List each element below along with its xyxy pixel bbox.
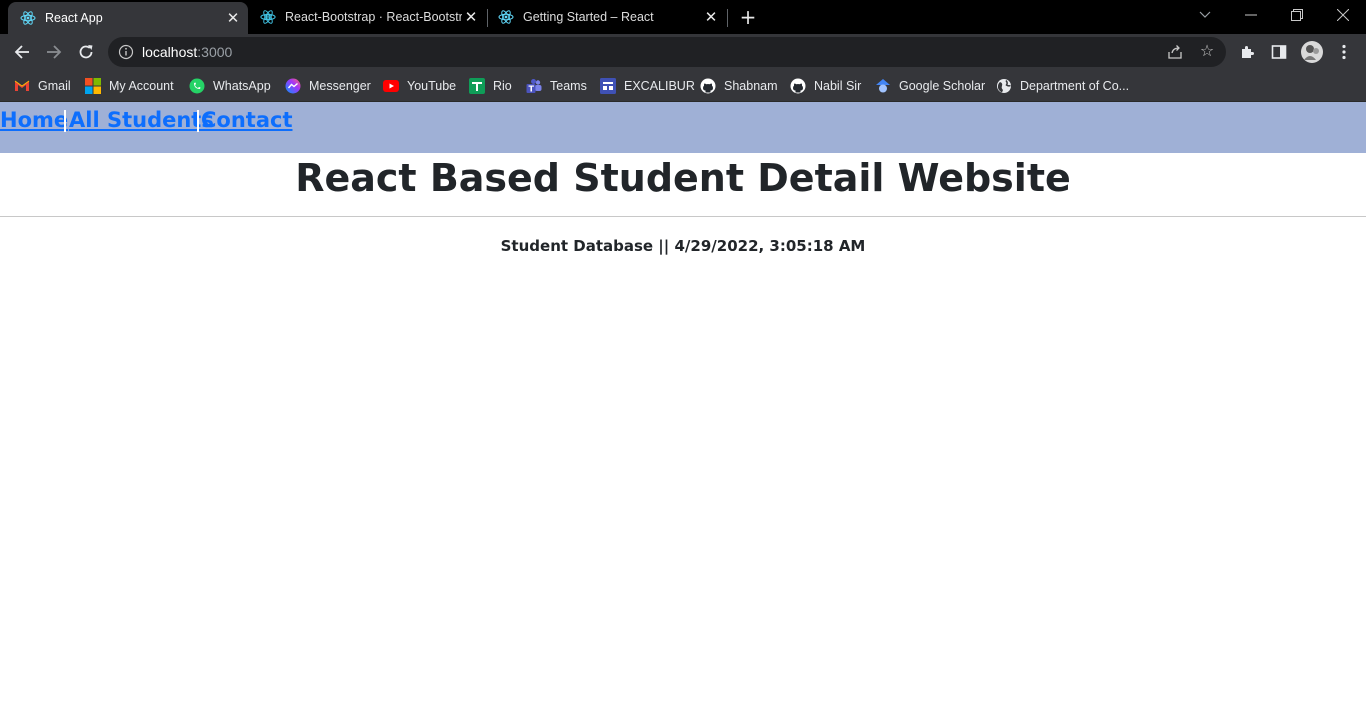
bookmark-label: Shabnam — [724, 79, 778, 93]
reload-icon[interactable] — [72, 38, 100, 66]
bookmark-label: Rio — [493, 79, 512, 93]
bookmark-shabnam[interactable]: Shabnam — [700, 76, 778, 96]
react-bootstrap-icon: B — [260, 9, 276, 25]
bookmark-label: YouTube — [407, 79, 457, 93]
nav-link-home[interactable]: Home — [0, 108, 68, 132]
tab-strip: React App ✕ B React-Bootstrap · React-Bo… — [0, 0, 1366, 34]
tab-search-chevron-icon[interactable] — [1182, 0, 1228, 30]
tab-title: Getting Started – React — [523, 10, 654, 24]
address-bar[interactable]: localhost:3000 ☆ — [108, 37, 1226, 67]
bookmark-label: Nabil Sir — [814, 79, 862, 93]
forward-arrow-icon[interactable] — [40, 38, 68, 66]
bookmark-teams[interactable]: T Teams — [526, 76, 587, 96]
site-info-icon[interactable] — [118, 44, 134, 60]
excalibur-icon — [600, 78, 616, 94]
bookmark-star-icon[interactable]: ☆ — [1198, 42, 1216, 60]
profile-avatar[interactable] — [1298, 38, 1326, 66]
tab-title: React App — [45, 11, 103, 25]
teams-icon: T — [526, 78, 542, 94]
bookmark-my-account[interactable]: My Account — [85, 76, 174, 96]
nav-link-all-students[interactable]: All Students — [69, 108, 214, 132]
database-timestamp: Student Database || 4/29/2022, 3:05:18 A… — [500, 237, 866, 255]
close-tab-icon[interactable]: ✕ — [702, 8, 720, 26]
bookmark-nabil-sir[interactable]: Nabil Sir — [790, 76, 861, 96]
side-panel-icon[interactable] — [1265, 38, 1293, 66]
microsoft-icon — [85, 78, 101, 94]
react-icon — [20, 10, 36, 26]
bookmark-label: Messenger — [309, 79, 371, 93]
browser-toolbar: localhost:3000 ☆ — [0, 34, 1366, 70]
tab-getting-started[interactable]: Getting Started – React ✕ — [486, 0, 726, 34]
react-icon — [498, 9, 514, 25]
bookmark-google-scholar[interactable]: Google Scholar — [875, 76, 985, 96]
nav-separator — [64, 110, 66, 132]
url-port: :3000 — [197, 44, 233, 60]
back-arrow-icon[interactable] — [8, 38, 36, 66]
bookmark-label: WhatsApp — [213, 79, 271, 93]
bookmark-messenger[interactable]: Messenger — [285, 76, 371, 96]
bookmark-excalibur[interactable]: EXCALIBUR — [600, 76, 695, 96]
bookmark-department[interactable]: Department of Co... — [996, 76, 1129, 96]
nav-separator — [197, 110, 199, 132]
minimize-icon[interactable] — [1228, 0, 1274, 30]
share-icon[interactable] — [1166, 43, 1184, 61]
bookmark-label: EXCALIBUR — [624, 79, 695, 93]
tab-separator — [727, 9, 728, 27]
bookmark-label: Department of Co... — [1020, 79, 1130, 93]
bookmark-label: Teams — [550, 79, 587, 93]
bookmark-whatsapp[interactable]: WhatsApp — [189, 76, 271, 96]
svg-text:B: B — [265, 13, 270, 22]
page-title: React Based Student Detail Website — [295, 156, 1071, 200]
globe-icon — [996, 78, 1012, 94]
new-tab-plus-icon[interactable]: + — [736, 6, 760, 28]
bookmark-label: Gmail — [38, 79, 71, 93]
tab-react-app[interactable]: React App ✕ — [8, 2, 248, 34]
url-text: localhost:3000 — [142, 44, 232, 60]
bookmark-label: Google Scholar — [899, 79, 986, 93]
close-window-icon[interactable] — [1320, 0, 1366, 30]
extensions-puzzle-icon[interactable] — [1233, 38, 1261, 66]
tab-title: React-Bootstrap · React-Bootstrap — [285, 10, 462, 24]
bookmark-gmail[interactable]: Gmail — [14, 76, 71, 96]
youtube-icon — [383, 78, 399, 94]
url-host: localhost — [142, 44, 198, 60]
rio-icon — [469, 78, 485, 94]
whatsapp-icon — [189, 78, 205, 94]
bookmark-label: My Account — [109, 79, 174, 93]
close-tab-icon[interactable]: ✕ — [224, 9, 242, 27]
bookmark-rio[interactable]: Rio — [469, 76, 512, 96]
svg-text:T: T — [529, 85, 535, 94]
restore-icon[interactable] — [1274, 0, 1320, 30]
site-navbar: Home All Students Contact — [0, 102, 1366, 153]
bookmark-youtube[interactable]: YouTube — [383, 76, 456, 96]
github-icon — [790, 78, 806, 94]
menu-kebab-icon[interactable] — [1330, 38, 1358, 66]
close-tab-icon[interactable]: ✕ — [462, 8, 480, 26]
browser-chrome: React App ✕ B React-Bootstrap · React-Bo… — [0, 0, 1366, 102]
bookmarks-bar: Gmail My Account WhatsApp Messenger YouT… — [0, 70, 1366, 102]
divider — [0, 216, 1366, 217]
nav-link-contact[interactable]: Contact — [201, 108, 293, 132]
google-scholar-icon — [875, 78, 891, 94]
github-icon — [700, 78, 716, 94]
messenger-icon — [285, 78, 301, 94]
tab-react-bootstrap[interactable]: B React-Bootstrap · React-Bootstrap ✕ — [248, 0, 486, 34]
gmail-icon — [14, 78, 30, 94]
